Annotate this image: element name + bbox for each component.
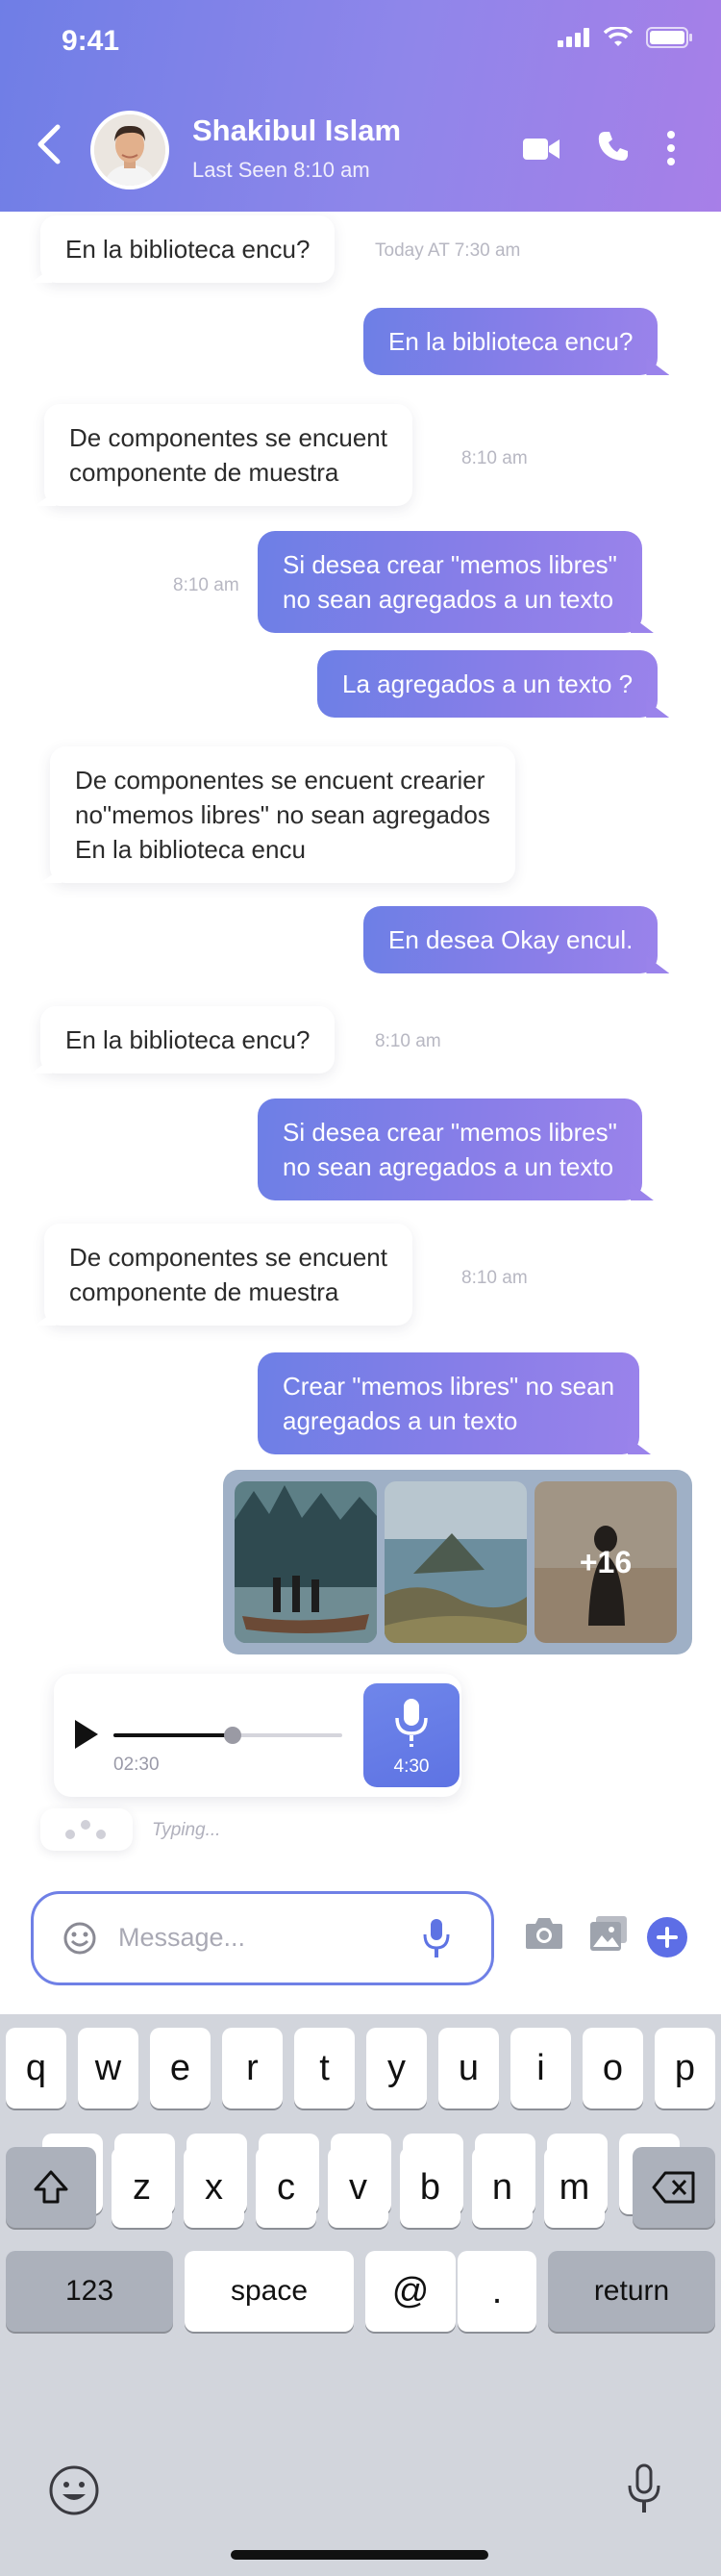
battery-icon xyxy=(646,27,692,48)
message-sent[interactable]: Si desea crear "memos libres" no sean ag… xyxy=(258,1099,642,1200)
key-b[interactable]: b xyxy=(400,2147,460,2228)
dictation-icon[interactable] xyxy=(625,2462,663,2516)
key-w[interactable]: w xyxy=(78,2028,138,2109)
key-t[interactable]: t xyxy=(294,2028,355,2109)
message-sent[interactable]: La agregados a un texto ? xyxy=(317,650,659,718)
video-call-icon[interactable] xyxy=(521,133,561,165)
keyboard: qwertyuiop asdfghjkl zxcvbnm 123 space @… xyxy=(0,2014,721,2576)
message-received[interactable]: De componentes se encuent componente de … xyxy=(44,1224,412,1326)
emoji-icon[interactable] xyxy=(62,1921,97,1956)
voice-elapsed-time: 02:30 xyxy=(113,1755,160,1775)
play-icon[interactable] xyxy=(69,1716,102,1753)
key-x[interactable]: x xyxy=(184,2147,244,2228)
status-icons xyxy=(558,27,692,48)
shift-key[interactable] xyxy=(6,2147,96,2228)
voice-message: 02:30 4:30 xyxy=(54,1674,461,1797)
message-received[interactable]: De componentes se encuent crearier no"me… xyxy=(50,746,515,883)
message-input[interactable]: Message... xyxy=(31,1891,494,1985)
period-key[interactable]: . xyxy=(458,2251,536,2332)
message-time: 8:10 am xyxy=(173,575,239,595)
microphone-icon[interactable] xyxy=(422,1917,451,1959)
delete-key[interactable] xyxy=(633,2147,715,2228)
home-indicator xyxy=(231,2550,488,2560)
message-sent[interactable]: Crear "memos libres" no sean agregados a… xyxy=(258,1352,640,1454)
typing-indicator xyxy=(40,1808,133,1851)
more-photos-count: +16 xyxy=(535,1481,677,1643)
phone-icon[interactable] xyxy=(596,129,631,164)
signal-icon xyxy=(558,28,589,47)
message-received[interactable]: En la biblioteca encu? xyxy=(40,215,336,283)
key-r[interactable]: r xyxy=(222,2028,283,2109)
key-c[interactable]: c xyxy=(256,2147,316,2228)
voice-progress-fill xyxy=(113,1733,233,1737)
avatar-photo xyxy=(94,114,165,186)
gallery-icon[interactable] xyxy=(588,1914,629,1953)
media-attachment[interactable]: +16 xyxy=(223,1470,692,1654)
message-time: 8:10 am xyxy=(461,1268,528,1288)
more-options-icon[interactable] xyxy=(663,129,679,167)
microphone-icon xyxy=(395,1699,428,1747)
photo-thumbnail[interactable] xyxy=(235,1481,377,1643)
return-key[interactable]: return xyxy=(548,2251,715,2332)
photo-thumbnail-more[interactable]: +16 xyxy=(535,1481,677,1643)
wifi-icon xyxy=(604,27,633,46)
message-time: 8:10 am xyxy=(375,1031,441,1051)
message-sent[interactable]: En la biblioteca encu? xyxy=(363,308,659,375)
voice-progress-handle[interactable] xyxy=(223,1727,241,1744)
key-v[interactable]: v xyxy=(328,2147,388,2228)
photo-thumbnail[interactable] xyxy=(385,1481,527,1643)
key-i[interactable]: i xyxy=(510,2028,571,2109)
message-time: Today AT 7:30 am xyxy=(375,240,521,261)
add-attachment-icon[interactable] xyxy=(646,1916,688,1958)
camera-icon[interactable] xyxy=(524,1914,564,1953)
chat-header: 9:41 Shakibul Islam Last Seen 8:10 am xyxy=(0,0,721,212)
key-u[interactable]: u xyxy=(438,2028,499,2109)
message-sent[interactable]: Si desea crear "memos libres" no sean ag… xyxy=(258,531,642,633)
message-placeholder: Message... xyxy=(118,1923,246,1952)
voice-progress-track[interactable] xyxy=(113,1727,342,1744)
at-key[interactable]: @ xyxy=(365,2251,456,2332)
message-received[interactable]: En la biblioteca encu? xyxy=(40,1006,336,1073)
back-arrow-icon[interactable] xyxy=(37,123,62,165)
message-time: 8:10 am xyxy=(461,448,528,468)
backspace-icon xyxy=(652,2171,695,2204)
space-key[interactable]: space xyxy=(185,2251,354,2332)
key-q[interactable]: q xyxy=(6,2028,66,2109)
key-p[interactable]: p xyxy=(655,2028,715,2109)
key-z[interactable]: z xyxy=(112,2147,172,2228)
voice-record-button[interactable]: 4:30 xyxy=(363,1683,460,1787)
voice-duration: 4:30 xyxy=(393,1756,430,1777)
shift-icon xyxy=(34,2170,68,2204)
typing-label: Typing... xyxy=(152,1820,221,1840)
avatar[interactable] xyxy=(90,111,169,189)
last-seen-status: Last Seen 8:10 am xyxy=(192,158,370,182)
emoji-keyboard-icon[interactable] xyxy=(48,2464,100,2516)
status-time: 9:41 xyxy=(62,25,120,57)
message-received[interactable]: De componentes se encuent componente de … xyxy=(44,404,412,506)
key-e[interactable]: e xyxy=(150,2028,211,2109)
message-sent[interactable]: En desea Okay encul. xyxy=(363,906,659,973)
key-m[interactable]: m xyxy=(544,2147,605,2228)
contact-name[interactable]: Shakibul Islam xyxy=(192,114,401,148)
key-n[interactable]: n xyxy=(472,2147,533,2228)
key-o[interactable]: o xyxy=(583,2028,643,2109)
numbers-key[interactable]: 123 xyxy=(6,2251,173,2332)
key-y[interactable]: y xyxy=(366,2028,427,2109)
